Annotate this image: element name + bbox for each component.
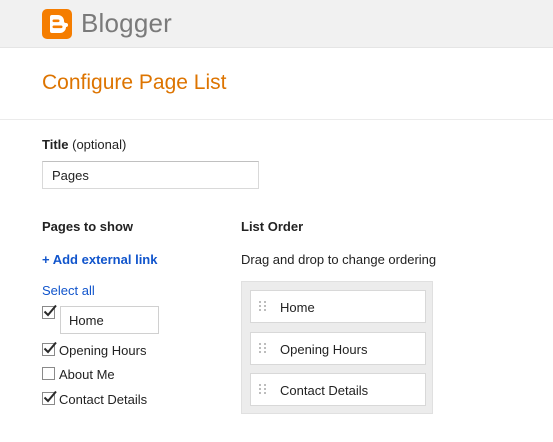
top-bar: Blogger [0,0,553,48]
blogger-logo-icon[interactable] [42,9,72,39]
checkbox-contact-details[interactable] [42,390,57,405]
list-order-item-label: Home [280,300,315,315]
checkbox-about-me[interactable] [42,367,55,380]
checkmark-icon [43,390,57,403]
checkbox-home[interactable] [42,304,57,319]
page-label-contact-details: Contact Details [59,392,148,407]
pages-to-show-heading: Pages to show [42,219,134,234]
select-all-link[interactable]: Select all [42,283,95,298]
drag-handle-icon[interactable] [258,383,268,395]
list-order-description: Drag and drop to change ordering [241,252,437,267]
checkbox-opening-hours[interactable] [42,341,57,356]
page-label-about-me: About Me [59,367,115,382]
divider [0,119,553,120]
list-order-container: Home Opening Hours Contact Details [241,281,433,414]
checkmark-icon [43,304,57,317]
list-order-heading: List Order [241,219,304,234]
drag-handle-icon[interactable] [258,300,268,312]
title-label: Title (optional) [42,137,126,152]
title-input[interactable] [42,161,259,189]
page-label-opening-hours: Opening Hours [59,343,147,358]
page-title: Configure Page List [42,71,227,94]
drag-handle-icon[interactable] [258,342,268,354]
list-order-item-label: Opening Hours [280,342,368,357]
add-external-link[interactable]: + Add external link [42,252,157,267]
title-label-text: Title [42,137,69,152]
list-order-item-label: Contact Details [280,383,369,398]
list-order-item-contact-details[interactable]: Contact Details [250,373,426,406]
brand-name: Blogger [81,8,173,38]
title-label-hint: (optional) [68,137,127,152]
list-order-item-home[interactable]: Home [250,290,426,323]
list-order-item-opening-hours[interactable]: Opening Hours [250,332,426,365]
checkmark-icon [43,341,57,354]
page-name-edit-input[interactable] [60,306,159,334]
